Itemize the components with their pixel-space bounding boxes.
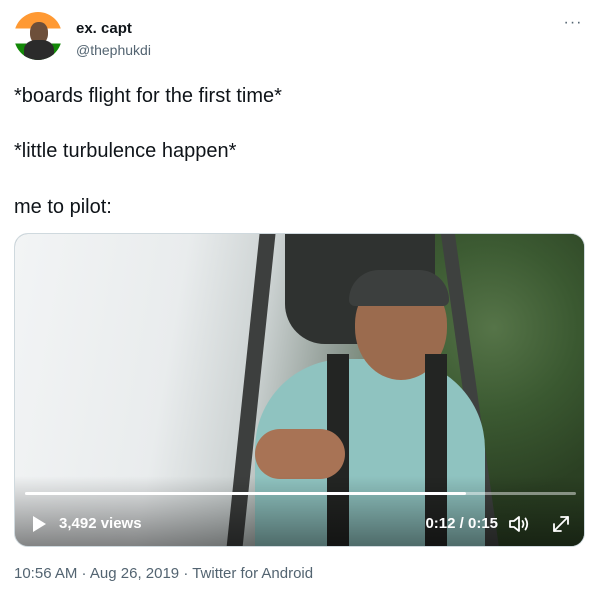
video-view-count: 3,492 views	[59, 515, 142, 532]
play-icon[interactable]	[33, 516, 46, 532]
video-controls-overlay	[15, 476, 584, 546]
video-progress-fill	[25, 492, 466, 495]
video-player[interactable]: 3,492 views 0:12 / 0:15	[14, 233, 585, 547]
video-hand	[255, 429, 345, 479]
video-progress-bar[interactable]	[25, 492, 576, 495]
more-horizontal-icon[interactable]: ···	[562, 15, 584, 34]
tweet-meta: 10:56 AM · Aug 26, 2019 · Twitter for An…	[14, 565, 313, 582]
avatar-body	[24, 40, 54, 60]
user-handle[interactable]: @thephukdi	[76, 42, 151, 58]
tweet-time[interactable]: 10:56 AM	[14, 565, 77, 582]
tweet: ex. capt @thephukdi ··· *boards flight f…	[0, 0, 600, 597]
display-name[interactable]: ex. capt	[76, 20, 132, 37]
tweet-text-line-2: *little turbulence happen*	[14, 140, 237, 162]
meta-separator: ·	[77, 565, 90, 582]
meta-separator: ·	[179, 565, 193, 582]
video-time: 0:12 / 0:15	[425, 515, 498, 532]
tweet-date[interactable]: Aug 26, 2019	[90, 565, 179, 582]
video-helmet	[349, 270, 449, 306]
tweet-text-line-3: me to pilot:	[14, 196, 112, 218]
tweet-source[interactable]: Twitter for Android	[192, 565, 313, 582]
expand-icon[interactable]	[550, 513, 572, 535]
volume-icon[interactable]	[508, 514, 532, 534]
tweet-header: ex. capt @thephukdi ···	[14, 12, 586, 64]
tweet-text-line-1: *boards flight for the first time*	[14, 85, 282, 107]
avatar[interactable]	[14, 12, 62, 60]
